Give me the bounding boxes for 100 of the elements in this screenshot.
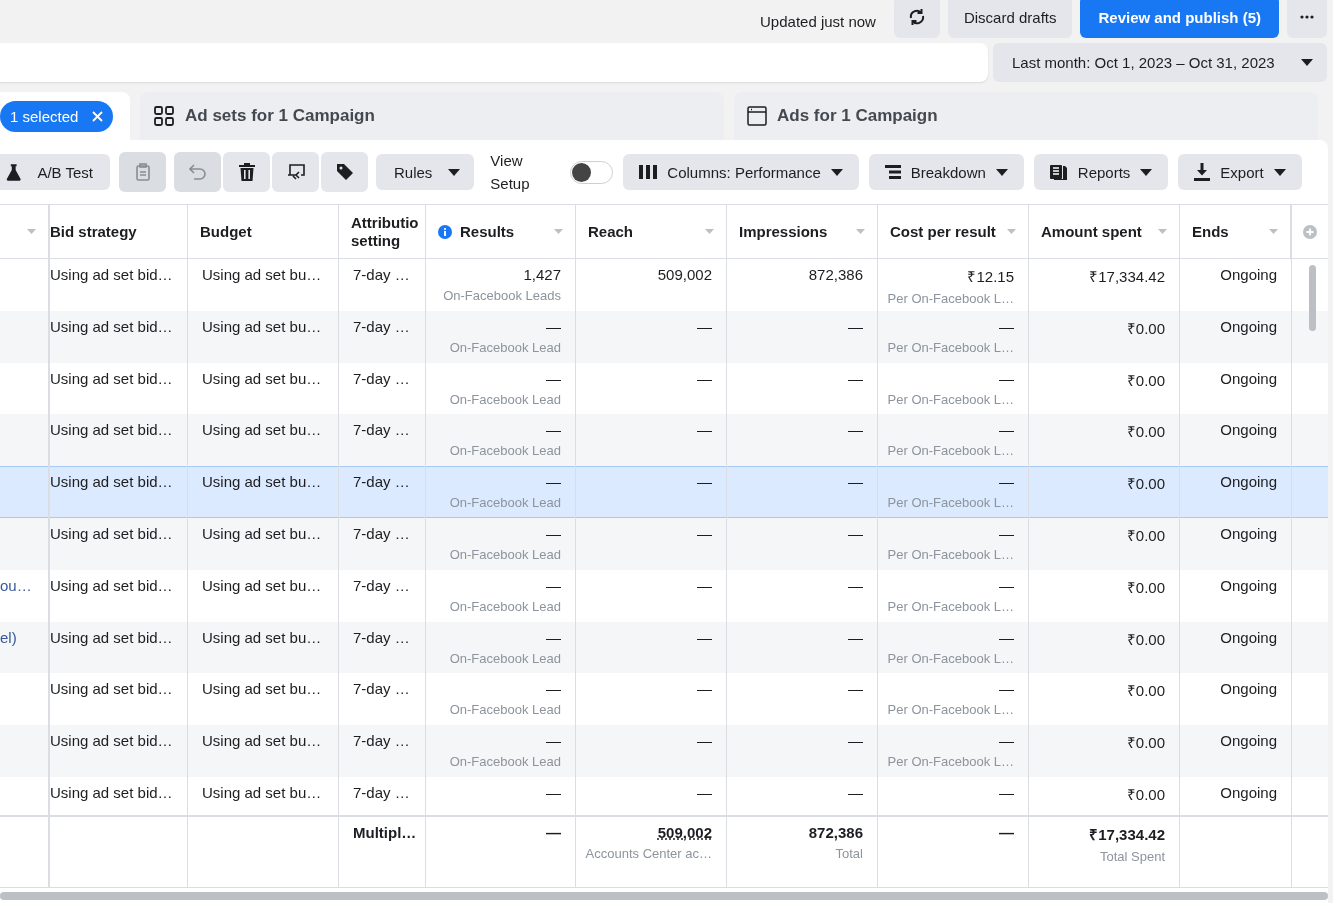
column-header[interactable]: Ends xyxy=(1179,205,1291,258)
table-row[interactable]: Using ad set bid… Using ad set bu… 7-day … — — — — ₹0.00 Ongoing xyxy=(0,776,1328,815)
total-cell: — xyxy=(999,824,1014,841)
table-cell: Using ad set bid… xyxy=(50,369,173,387)
add-column-icon[interactable] xyxy=(1303,224,1317,239)
search-bar[interactable] xyxy=(0,43,988,82)
cell-subtext: Total Spent xyxy=(1099,849,1165,864)
cell-subtext: Per On-Facebook L… xyxy=(887,291,1014,306)
column-header[interactable]: Cost per result xyxy=(877,205,1028,258)
ad-set-link[interactable]: ou… xyxy=(0,576,48,594)
column-header[interactable]: Attributio setting xyxy=(338,205,425,258)
clipboard-icon xyxy=(135,163,150,181)
cell-subtext: On-Facebook Lead xyxy=(449,547,561,562)
table-cell: — xyxy=(848,576,863,594)
delete-button[interactable] xyxy=(223,152,270,192)
cell-subtext: On-Facebook Lead xyxy=(449,443,561,459)
view-setup-toggle[interactable] xyxy=(570,160,614,184)
ad-set-link[interactable]: el) xyxy=(0,628,48,646)
cell-subtext: On-Facebook Lead xyxy=(449,339,561,355)
table-row[interactable]: el) Using ad set bid… Using ad set bu… 7-day … — On-Facebook Lead — — — Per On-Facebook L… ₹0.00 Ongoing xyxy=(0,621,1328,674)
ab-test-button[interactable]: A/B Test xyxy=(0,154,110,190)
sort-caret-icon[interactable] xyxy=(1158,229,1167,234)
scrollbar[interactable] xyxy=(0,892,1328,900)
grid-icon xyxy=(153,105,175,127)
table-cell-text: Using ad set bu… xyxy=(202,680,323,698)
table-row[interactable]: Using ad set bid… Using ad set bu… 7-day … — On-Facebook Lead — — — Per On-Facebook L… ₹0.00 Ongoing xyxy=(0,518,1328,570)
table-cell: — xyxy=(999,783,1014,801)
tab[interactable]: Ads for 1 Campaign xyxy=(734,92,1318,140)
table-row[interactable]: Using ad set bid… Using ad set bu… 7-day … — On-Facebook Lead — — — Per On-Facebook L… ₹0.00 Ongoing xyxy=(0,414,1328,467)
reports-dropdown[interactable]: Reports xyxy=(1033,154,1169,190)
refresh-button[interactable] xyxy=(893,0,940,38)
table-row[interactable]: Using ad set bid… Using ad set bu… 7-day … — On-Facebook Lead — — — Per On-Facebook L… ₹0.00 Ongoing xyxy=(0,310,1328,363)
discard-drafts-button[interactable]: Discard drafts xyxy=(947,0,1073,38)
table-cell: 7-day … xyxy=(353,680,411,698)
cell-subtext: Total xyxy=(835,846,863,861)
sort-caret-icon[interactable] xyxy=(1007,229,1016,234)
sort-caret-icon[interactable] xyxy=(856,229,865,234)
column-header[interactable]: Results xyxy=(425,205,575,258)
export-dropdown[interactable]: Export xyxy=(1178,154,1302,190)
columns-dropdown[interactable]: Columns: Performance xyxy=(623,154,859,190)
cell-subtext: Per On-Facebook L… xyxy=(887,650,1014,666)
sort-caret-icon[interactable] xyxy=(1269,229,1278,234)
table-cell: — xyxy=(546,576,561,594)
table-cell: — xyxy=(697,421,712,439)
table-cell-text: Using ad set bu… xyxy=(202,576,323,594)
table-cell-text: ₹0.00 xyxy=(1126,370,1165,390)
cell-subtext: On-Facebook Lead xyxy=(449,598,561,614)
table-cell-text: ₹0.00 xyxy=(1126,526,1165,545)
undo-icon xyxy=(188,164,207,180)
sort-caret-icon[interactable] xyxy=(27,229,36,234)
more-button[interactable] xyxy=(1287,0,1327,38)
table-cell: — xyxy=(999,628,1014,646)
cell-subtext: Per On-Facebook L… xyxy=(887,547,1014,562)
review-publish-button[interactable]: Review and publish (5) xyxy=(1080,0,1279,38)
table-row[interactable]: Using ad set bid… Using ad set bu… 7-day … — On-Facebook Lead — — — Per On-Facebook L… ₹0.00 Ongoing xyxy=(0,725,1328,777)
columns-icon xyxy=(639,165,658,179)
date-range-picker[interactable]: Last month: Oct 1, 2023 – Oct 31, 2023 xyxy=(993,43,1327,82)
cell-subtext: On-Facebook Lead xyxy=(449,391,561,407)
table-cell: Using ad set bid… xyxy=(50,266,173,283)
column-header[interactable]: Reach xyxy=(575,205,726,258)
table-cell: — xyxy=(546,680,561,698)
table-cell: Using ad set bid… xyxy=(50,317,173,335)
tag-icon xyxy=(335,163,354,181)
table-cell: — xyxy=(546,732,561,750)
column-header[interactable]: Budget xyxy=(187,205,338,258)
table-cell-text: Using ad set bu… xyxy=(202,266,323,283)
table-cell-text: Using ad set bu… xyxy=(202,473,323,491)
total-cell: — xyxy=(546,824,561,841)
cell-subtext: Per On-Facebook L… xyxy=(887,702,1014,718)
total-cell: 872,386 xyxy=(808,824,863,841)
rules-dropdown[interactable]: Rules xyxy=(376,154,475,190)
tab[interactable]: 1 selected xyxy=(0,92,130,140)
close-icon[interactable] xyxy=(92,110,104,122)
swap-button[interactable] xyxy=(272,152,319,192)
table-cell: Ongoing xyxy=(1220,473,1277,491)
table-cell: Ongoing xyxy=(1220,680,1277,698)
selection-chip[interactable]: 1 selected xyxy=(0,100,114,132)
table-row[interactable]: Using ad set bid… Using ad set bu… 7-day … — On-Facebook Lead — — — Per On-Facebook L… ₹0.00 Ongoing xyxy=(0,466,1328,518)
table-cell-text: ₹0.00 xyxy=(1126,784,1165,804)
breakdown-dropdown[interactable]: Breakdown xyxy=(868,154,1024,190)
table-cell: Ongoing xyxy=(1220,732,1277,750)
table-cell-text: Using ad set bu… xyxy=(202,317,323,335)
table-cell: Using ad set bid… xyxy=(50,525,173,542)
scrollbar[interactable] xyxy=(1309,265,1316,331)
tag-button[interactable] xyxy=(321,152,368,192)
column-header[interactable]: Amount spent xyxy=(1028,205,1179,258)
table-cell: Ongoing xyxy=(1220,628,1277,646)
sort-caret-icon[interactable] xyxy=(554,229,563,234)
sort-caret-icon[interactable] xyxy=(705,229,714,234)
table-cell: — xyxy=(999,576,1014,594)
window-icon xyxy=(747,106,767,126)
tab[interactable]: Ad sets for 1 Campaign xyxy=(140,92,724,140)
column-header[interactable]: Impressions xyxy=(726,205,877,258)
table-cell-text: ₹0.00 xyxy=(1126,577,1165,597)
table-cell: 509,002 xyxy=(657,266,712,283)
table-cell: 7-day … xyxy=(353,576,411,594)
table-cell: 7-day … xyxy=(353,525,411,542)
column-header[interactable]: Bid strategy xyxy=(50,205,187,258)
table-cell-text: ₹17,334.42 xyxy=(1089,267,1165,286)
view-setup-label: View Setup xyxy=(490,151,531,194)
